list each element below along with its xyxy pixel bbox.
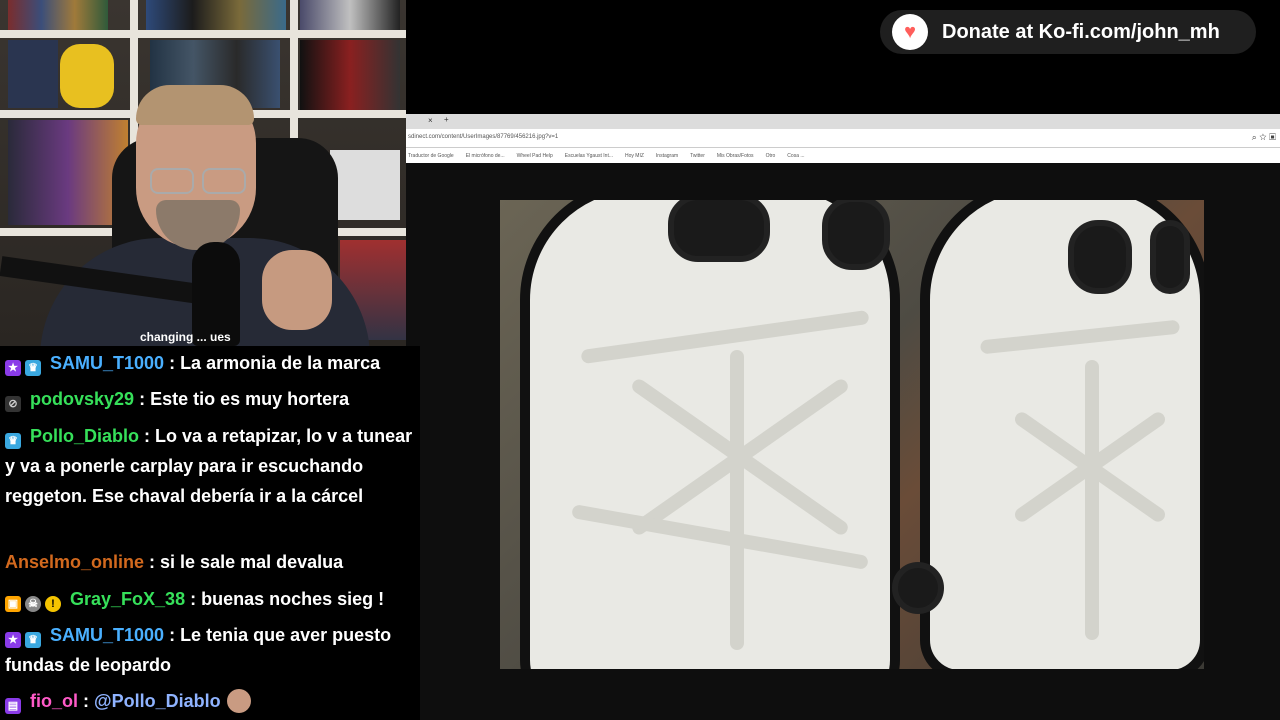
bookmark-item[interactable]: Cosa ... xyxy=(787,153,804,159)
chat-message: ▣ ☠! Gray_FoX_38 : buenas noches sieg ! xyxy=(5,584,415,614)
left-seat-belt-slot xyxy=(668,200,770,262)
shirt-text: changing ... ues xyxy=(140,330,231,344)
twitch-chat: ★ ♛ SAMU_T1000 : La armonia de la marca ⊘… xyxy=(0,346,420,720)
chat-username[interactable]: fio_ol xyxy=(30,691,78,711)
chat-mention[interactable]: @Pollo_Diablo xyxy=(94,691,221,711)
skull-icon: ☠ xyxy=(25,596,41,612)
chat-message: ▤ fio_ol : @Pollo_Diablo xyxy=(5,686,415,716)
chat-username[interactable]: podovsky29 xyxy=(30,389,134,409)
glasses-right xyxy=(202,168,246,194)
chat-message: Anselmo_online : si le sale mal devalua xyxy=(5,552,344,572)
webcam-feed: changing ... ues xyxy=(0,0,406,346)
chat-text: Este tio es muy hortera xyxy=(150,389,350,409)
box-icon: ▣ xyxy=(5,596,21,612)
person-hand xyxy=(262,250,332,330)
chat-text: si le sale mal devalua xyxy=(160,552,344,572)
address-bar-icons[interactable]: ⌕ ☆ ▣ xyxy=(1252,132,1276,143)
exclamation-icon: ! xyxy=(45,596,61,612)
crown-subscriber-icon: ♛ xyxy=(25,632,41,648)
chat-message: ♛ Pollo_Diablo : Lo va a retapizar, lo v… xyxy=(5,426,413,506)
bookmarks-bar: Traductor de Google El micrófono de... W… xyxy=(406,148,1280,163)
chat-message: ★ ♛ SAMU_T1000 : Le tenia que aver puesto… xyxy=(5,625,392,675)
tab-bar: × + xyxy=(406,114,1280,129)
chat-message: ⊘ podovsky29 : Este tio es muy hortera xyxy=(5,384,415,414)
close-tab-icon[interactable]: × xyxy=(428,116,433,125)
new-tab-icon[interactable]: + xyxy=(444,115,449,124)
face-emote-icon xyxy=(226,689,251,713)
chat-text: buenas noches sieg ! xyxy=(201,589,385,609)
kofi-donate-label: Donate at Ko-fi.com/john_mh xyxy=(942,20,1220,43)
url-text[interactable]: sdinect.com/content/UserImages/87769/456… xyxy=(408,134,558,140)
chat-username[interactable]: SAMU_T1000 xyxy=(50,353,164,373)
bookmark-item[interactable]: Twitter xyxy=(690,153,705,159)
bookmark-item[interactable]: El micrófono de... xyxy=(466,153,505,159)
chat-username[interactable]: Gray_FoX_38 xyxy=(70,589,185,609)
bookmark-item[interactable]: Instagram xyxy=(656,153,678,159)
address-bar[interactable]: sdinect.com/content/UserImages/87769/456… xyxy=(406,129,1280,148)
chat-message: ★ ♛ SAMU_T1000 : La armonia de la marca xyxy=(5,348,415,378)
right-seat-bottom-hole xyxy=(892,562,944,614)
bookmark-item[interactable]: Wheel Pad Help xyxy=(517,153,553,159)
browser-window: × + sdinect.com/content/UserImages/87769… xyxy=(406,114,1280,720)
no-audio-icon: ⊘ xyxy=(5,396,21,412)
chat-username[interactable]: Pollo_Diablo xyxy=(30,426,139,446)
kofi-cup-icon: ♥ xyxy=(892,14,928,50)
racing-seats-image xyxy=(500,200,1204,669)
kofi-donate-banner[interactable]: ♥ Donate at Ko-fi.com/john_mh xyxy=(880,10,1256,54)
left-seat-belt-slot xyxy=(822,200,890,270)
glasses-left xyxy=(150,168,194,194)
crown-subscriber-icon: ♛ xyxy=(25,360,41,376)
prime-star-icon: ★ xyxy=(5,632,21,648)
chat-username[interactable]: Anselmo_online xyxy=(5,552,144,572)
prime-star-icon: ★ xyxy=(5,360,21,376)
bookmark-item[interactable]: Mis Obras/Fotos xyxy=(717,153,754,159)
chat-username[interactable]: SAMU_T1000 xyxy=(50,625,164,645)
right-seat-belt-slot xyxy=(1150,220,1190,294)
bookmark-item[interactable]: Hoy MIZ xyxy=(625,153,644,159)
crown-subscriber-icon: ♛ xyxy=(5,433,21,449)
right-seat-belt-slot xyxy=(1068,220,1132,294)
bookmark-item[interactable]: Traductor de Google xyxy=(408,153,454,159)
chat-text: La armonia de la marca xyxy=(180,353,381,373)
subscriber-icon: ▤ xyxy=(5,698,21,714)
bookmark-item[interactable]: Escuelas Ygaust Int... xyxy=(565,153,613,159)
bookmark-item[interactable]: Otro xyxy=(766,153,776,159)
